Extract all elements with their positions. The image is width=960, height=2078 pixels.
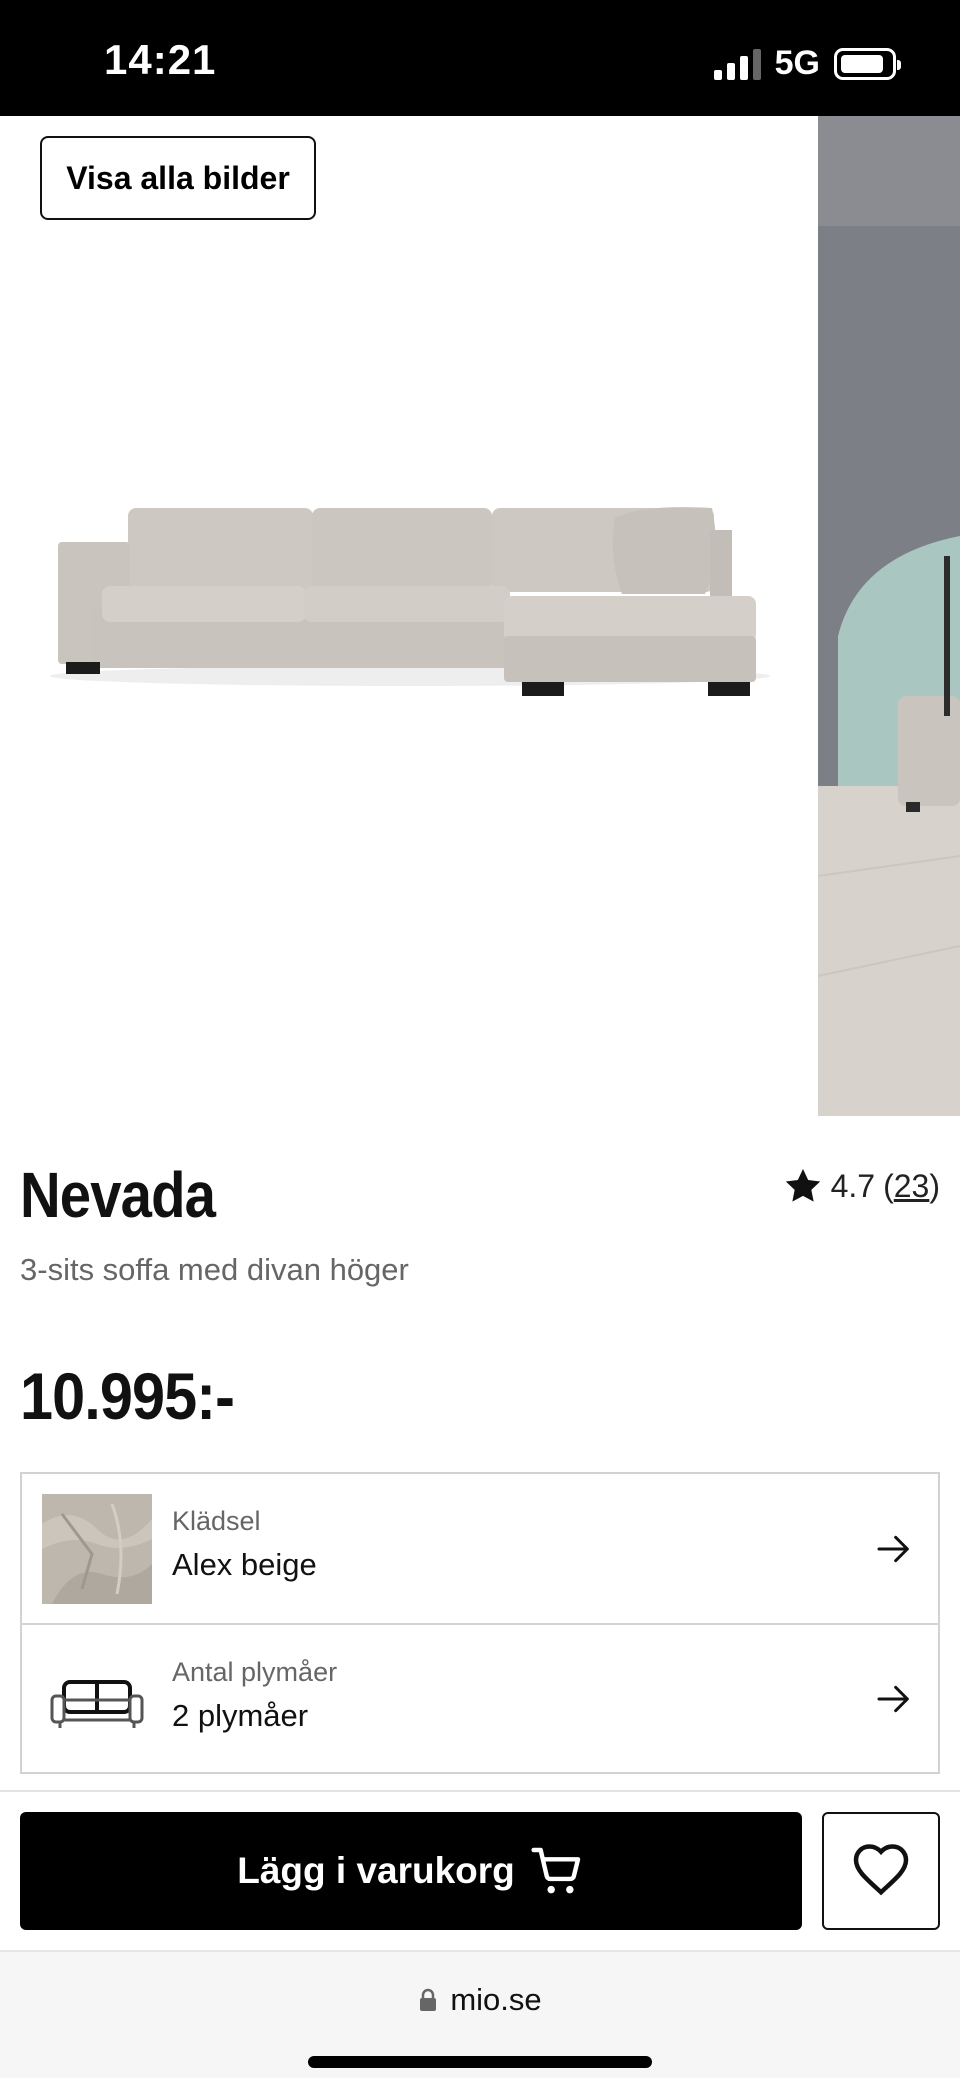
- option-label: Klädsel: [172, 1506, 261, 1536]
- star-icon: [785, 1169, 820, 1202]
- network-type: 5G: [774, 44, 820, 82]
- add-to-cart-button[interactable]: Lägg i varukorg: [20, 1812, 802, 1930]
- product-price: 10.995:-: [20, 1359, 235, 1433]
- rating-close-paren: ): [929, 1167, 940, 1204]
- divider: [0, 1790, 960, 1792]
- product-image-gallery[interactable]: Visa alla bilder: [0, 116, 960, 1116]
- view-all-images-button[interactable]: Visa alla bilder: [40, 136, 316, 220]
- cart-icon: [531, 1847, 580, 1894]
- home-indicator[interactable]: [308, 2056, 652, 2068]
- product-title: Nevada: [20, 1159, 216, 1231]
- arrow-right-icon: [877, 1685, 909, 1712]
- wishlist-button[interactable]: [822, 1812, 940, 1930]
- option-value: 2 plymåer: [172, 1698, 309, 1733]
- rating-value: 4.7: [830, 1167, 876, 1204]
- product-options: Klädsel Alex beige Antal plymåer 2 plymå…: [20, 1472, 940, 1774]
- product-image-room[interactable]: [818, 116, 960, 1116]
- rating-count-link[interactable]: 23: [894, 1168, 930, 1204]
- option-upholstery[interactable]: Klädsel Alex beige: [22, 1474, 938, 1623]
- product-rating[interactable]: 4.7 (23): [783, 1166, 940, 1206]
- add-to-cart-label: Lägg i varukorg: [237, 1850, 515, 1891]
- lock-icon: [420, 1988, 437, 2011]
- status-time: 14:21: [104, 36, 217, 83]
- fabric-swatch-icon: [42, 1493, 152, 1604]
- sofa-icon: [50, 1679, 144, 1728]
- product-subtitle: 3-sits soffa med divan höger: [20, 1252, 409, 1287]
- option-value: Alex beige: [172, 1547, 317, 1582]
- heart-icon: [853, 1844, 909, 1896]
- rating-open-paren: (: [883, 1167, 894, 1204]
- battery-icon: [834, 47, 901, 80]
- status-indicators: 5G: [713, 44, 901, 83]
- browser-address-bar[interactable]: mio.se: [0, 1950, 960, 2078]
- status-bar: 14:21 5G: [0, 0, 960, 116]
- signal-icon: [713, 48, 761, 80]
- product-image-sofa[interactable]: [0, 116, 818, 1116]
- url-text[interactable]: mio.se: [450, 1982, 541, 2018]
- option-label: Antal plymåer: [172, 1657, 338, 1687]
- option-cushions[interactable]: Antal plymåer 2 plymåer: [22, 1623, 938, 1772]
- arrow-right-icon: [877, 1535, 909, 1562]
